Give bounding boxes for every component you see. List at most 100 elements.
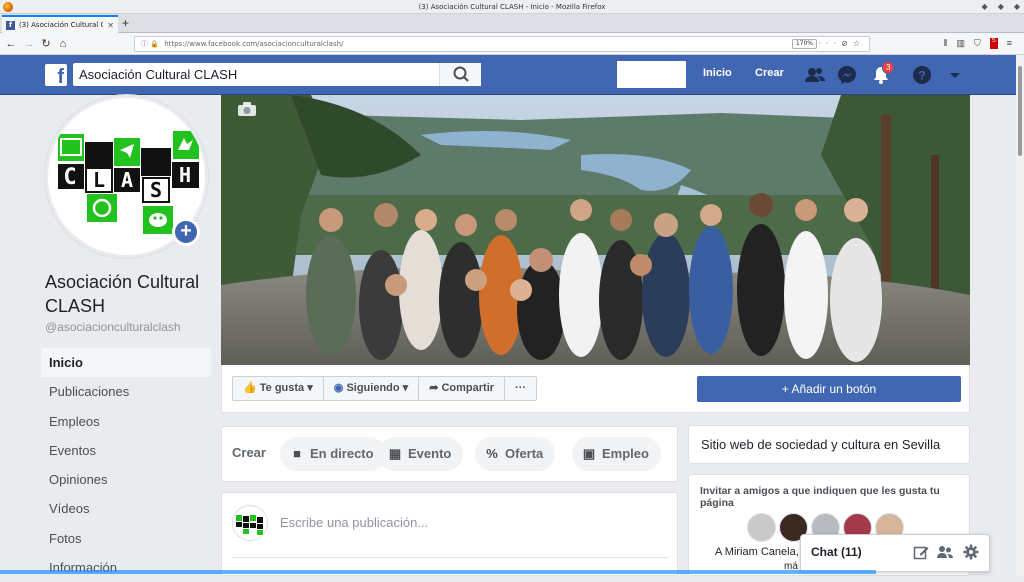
cover-photo[interactable] — [221, 95, 970, 365]
camera-icon[interactable] — [237, 101, 257, 117]
post-input[interactable]: Escribe una publicación... — [280, 515, 428, 530]
shield-addon-icon[interactable]: ⛉ — [974, 38, 981, 49]
page-left-nav: Inicio Publicaciones Empleos Eventos Opi… — [41, 348, 211, 582]
new-tab-icon[interactable]: + — [122, 16, 129, 30]
facebook-header: f Asociación Cultural CLASH Inicio Crear… — [0, 55, 1016, 95]
left-nav-item-opiniones[interactable]: Opiniones — [41, 465, 211, 494]
friend-avatar[interactable] — [747, 513, 776, 542]
toolbar-icons: ⫴ ▥ ⛉ S ≡ — [944, 38, 1012, 49]
search-value: Asociación Cultural CLASH — [79, 67, 238, 82]
firefox-icon — [3, 2, 13, 12]
action-buttons: 👍 Te gusta ▾ ◉ Siguiendo ▾ ➦ Compartir ·… — [232, 376, 538, 401]
sidebar-icon[interactable]: ▥ — [956, 38, 965, 49]
window-title: (3) Asociación Cultural CLASH - Inicio -… — [418, 3, 606, 11]
event-label: Evento — [408, 446, 452, 461]
page-action-icons[interactable]: ···⊘☆ — [818, 37, 865, 51]
url-text: https://www.facebook.com/asociacioncultu… — [164, 40, 344, 48]
rss-icon: ◉ — [333, 382, 344, 394]
svg-text:?: ? — [918, 69, 925, 83]
scrollbar-thumb[interactable] — [1018, 66, 1022, 156]
forward-icon[interactable]: → — [22, 36, 36, 52]
logo-letter-a: A — [121, 168, 133, 192]
logo-letter-s: S — [150, 178, 162, 202]
help-icon[interactable]: ? — [911, 64, 933, 86]
percent-icon: % — [486, 446, 498, 461]
live-button[interactable]: ■ En directo — [280, 437, 386, 471]
addon-icon[interactable]: S — [989, 38, 998, 49]
create-label: Crear — [232, 445, 266, 460]
like-button[interactable]: 👍 Te gusta ▾ — [233, 377, 324, 400]
browser-tab[interactable]: f (3) Asociación Cultural CLASH | F ✕ — [2, 15, 118, 33]
plus-icon: + — [781, 382, 789, 396]
chat-tab[interactable]: Chat (11) — [800, 534, 990, 572]
lock-icon: 🔒 — [150, 40, 159, 48]
left-nav-item-fotos[interactable]: Fotos — [41, 524, 211, 553]
tab-title: (3) Asociación Cultural CLASH | F — [19, 21, 104, 29]
messenger-icon[interactable] — [836, 64, 858, 86]
following-button[interactable]: ◉ Siguiendo ▾ — [324, 377, 420, 400]
friend-requests-icon[interactable] — [804, 64, 826, 86]
url-bar[interactable]: ⓘ 🔒 https://www.facebook.com/asociacionc… — [134, 36, 870, 52]
add-button-label: Añadir un botón — [791, 382, 877, 396]
account-menu-icon[interactable] — [944, 64, 966, 86]
live-label: En directo — [310, 446, 374, 461]
search-icon — [453, 66, 469, 82]
add-button[interactable]: + Añadir un botón — [697, 376, 961, 402]
left-nav-item-publicaciones[interactable]: Publicaciones — [41, 377, 211, 406]
minimize-icon[interactable]: ◆ — [982, 0, 988, 14]
logo-letter-l: L — [93, 168, 105, 192]
post-composer[interactable]: Escribe una publicación... — [221, 492, 678, 576]
nav-home-link[interactable]: Inicio — [703, 67, 732, 79]
left-nav-item-inicio[interactable]: Inicio — [41, 348, 211, 378]
close-window-icon[interactable]: ◆ — [1014, 0, 1020, 14]
composer-avatar-logo — [236, 515, 263, 535]
new-message-icon[interactable] — [913, 544, 929, 560]
loading-progress-bar — [0, 570, 876, 574]
more-button[interactable]: ··· — [505, 377, 536, 400]
invite-title: Invitar a amigos a que indiquen que les … — [700, 485, 940, 509]
add-photo-button[interactable]: + — [172, 218, 200, 246]
page-handle: @asociacionculturalclash — [45, 320, 181, 334]
offer-button[interactable]: % Oferta — [475, 437, 556, 471]
job-button[interactable]: ▣ Empleo — [572, 437, 661, 471]
nav-create-link[interactable]: Crear — [755, 67, 784, 79]
page-action-bar: 👍 Te gusta ▾ ◉ Siguiendo ▾ ➦ Compartir ·… — [221, 365, 970, 413]
info-icon[interactable]: ⓘ — [141, 40, 148, 48]
window-titlebar: (3) Asociación Cultural CLASH - Inicio -… — [0, 0, 1024, 14]
page-title: Asociación Cultural CLASH — [45, 272, 200, 316]
chat-label: Chat (11) — [811, 545, 862, 559]
following-label: Siguiendo — [346, 382, 400, 394]
left-nav-item-eventos[interactable]: Eventos — [41, 436, 211, 465]
share-label: Compartir — [441, 382, 495, 394]
like-label: Te gusta — [259, 382, 305, 394]
facebook-favicon-icon: f — [6, 20, 15, 30]
briefcase-icon: ▣ — [582, 446, 596, 461]
facebook-logo-icon[interactable]: f — [45, 64, 67, 86]
search-input[interactable]: Asociación Cultural CLASH — [73, 63, 481, 86]
chat-settings-icon[interactable] — [963, 544, 979, 560]
window-controls: ◆ ◆ ◆ — [982, 0, 1020, 14]
calendar-icon: ▦ — [388, 446, 402, 461]
reload-icon[interactable]: ↻ — [39, 36, 53, 52]
composer-avatar — [232, 505, 268, 541]
home-icon[interactable]: ⌂ — [56, 36, 70, 52]
library-icon[interactable]: ⫴ — [944, 38, 948, 49]
left-nav-item-informacion[interactable]: Información — [41, 553, 211, 582]
search-button[interactable] — [439, 63, 481, 86]
maximize-icon[interactable]: ◆ — [998, 0, 1004, 14]
close-tab-icon[interactable]: ✕ — [107, 21, 114, 30]
profile-name-box[interactable] — [617, 61, 686, 88]
left-nav-item-empleos[interactable]: Empleos — [41, 407, 211, 436]
event-button[interactable]: ▦ Evento — [378, 437, 464, 471]
share-icon: ➦ — [429, 382, 439, 394]
back-icon[interactable]: ← — [4, 36, 18, 52]
left-nav-item-videos[interactable]: Vídeos — [41, 494, 211, 523]
zoom-level[interactable]: 170% — [791, 39, 817, 49]
logo-letter-h: H — [179, 163, 191, 187]
share-button[interactable]: ➦ Compartir — [419, 377, 506, 400]
page-description: Sitio web de sociedad y cultura en Sevil… — [688, 425, 970, 464]
create-group-icon[interactable] — [937, 544, 953, 560]
menu-icon[interactable]: ≡ — [1007, 38, 1012, 49]
invite-friends-text: A Miriam Canela, — [715, 546, 799, 558]
composer-divider — [232, 557, 669, 558]
